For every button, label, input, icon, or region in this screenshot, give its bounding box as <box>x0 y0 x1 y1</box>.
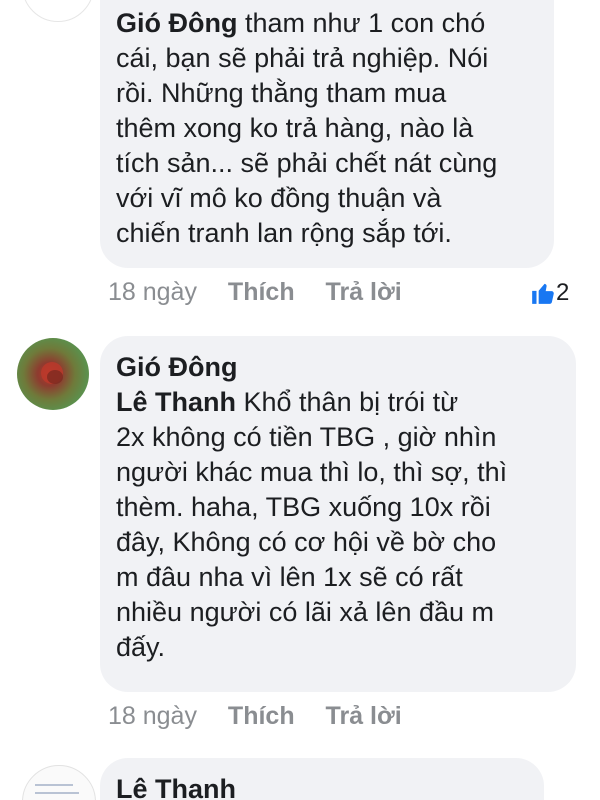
comment-text-line: nhiều người có lãi xả lên đầu m <box>116 597 494 627</box>
reply-button[interactable]: Trả lời <box>326 702 402 730</box>
reaction-count: 2 <box>556 279 570 306</box>
avatar[interactable] <box>22 0 94 22</box>
comment-text-line: đấy. <box>116 632 166 662</box>
mention-link[interactable]: Lê Thanh <box>116 387 236 417</box>
comment-body: Gió Đông tham như 1 con chó cái, bạn sẽ … <box>116 6 544 251</box>
comment-actions: 18 ngày Thích Trả lời <box>108 278 426 307</box>
comment-body: Gió Đông Lê Thanh Khổ thân bị trói từ 2x… <box>116 350 566 665</box>
comment-text-line: chiến tranh lan rộng sắp tới. <box>116 218 452 248</box>
like-button[interactable]: Thích <box>228 278 295 306</box>
comment-text-line: rồi. Những thằng tham mua <box>116 78 447 108</box>
comment-text-line: tham như 1 con chó <box>237 8 486 38</box>
comment-author[interactable]: Gió Đông <box>116 350 566 385</box>
comment-text-line: Khổ thân bị trói từ <box>236 387 459 417</box>
reaction-summary[interactable]: 2 <box>530 279 569 307</box>
comment-text-line: tích sản... sẽ phải chết nát cùng <box>116 148 498 178</box>
comment-author[interactable]: Gió Đông <box>116 8 237 38</box>
like-button[interactable]: Thích <box>228 702 295 730</box>
comment-timestamp[interactable]: 18 ngày <box>108 278 197 306</box>
comment-text-line: với vĩ mô ko đồng thuận và <box>116 183 442 213</box>
comment-author[interactable]: Lê Thanh <box>116 772 534 800</box>
comment-text-line: thèm. haha, TBG xuống 10x rồi <box>116 492 491 522</box>
comment-text-line: đây, Không có cơ hội về bờ cho <box>116 527 497 557</box>
like-icon <box>530 280 556 306</box>
avatar[interactable] <box>17 338 89 410</box>
comment-text-line: cái, bạn sẽ phải trả nghiệp. Nói <box>116 43 489 73</box>
comment-bubble: Gió Đông Lê Thanh Khổ thân bị trói từ 2x… <box>100 336 576 692</box>
comment-body: Lê Thanh <box>116 772 534 800</box>
comment-text-line: 2x không có tiền TBG , giờ nhìn <box>116 422 497 452</box>
comment-actions: 18 ngày Thích Trả lời <box>108 702 426 731</box>
comment-text-line: m đâu nha vì lên 1x sẽ có rất <box>116 562 463 592</box>
avatar[interactable] <box>22 765 96 800</box>
comment-thread: Gió Đông tham như 1 con chó cái, bạn sẽ … <box>0 0 600 800</box>
comment-text-line: thêm xong ko trả hàng, nào là <box>116 113 474 143</box>
comment-bubble: Lê Thanh <box>100 758 544 800</box>
comment-bubble: Gió Đông tham như 1 con chó cái, bạn sẽ … <box>100 0 554 268</box>
comment-timestamp[interactable]: 18 ngày <box>108 702 197 730</box>
reply-button[interactable]: Trả lời <box>326 278 402 306</box>
comment-text-line: người khác mua thì lo, thì sợ, thì <box>116 457 508 487</box>
